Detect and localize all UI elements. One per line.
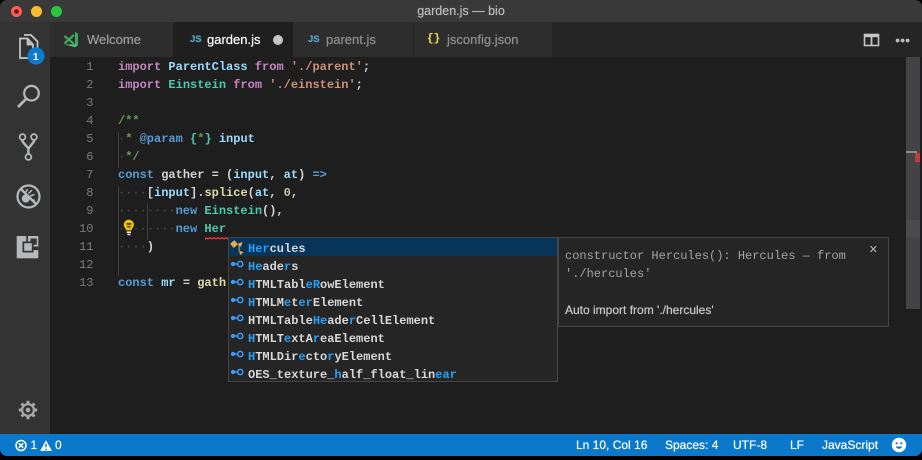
svg-text:1: 1 bbox=[33, 51, 39, 63]
